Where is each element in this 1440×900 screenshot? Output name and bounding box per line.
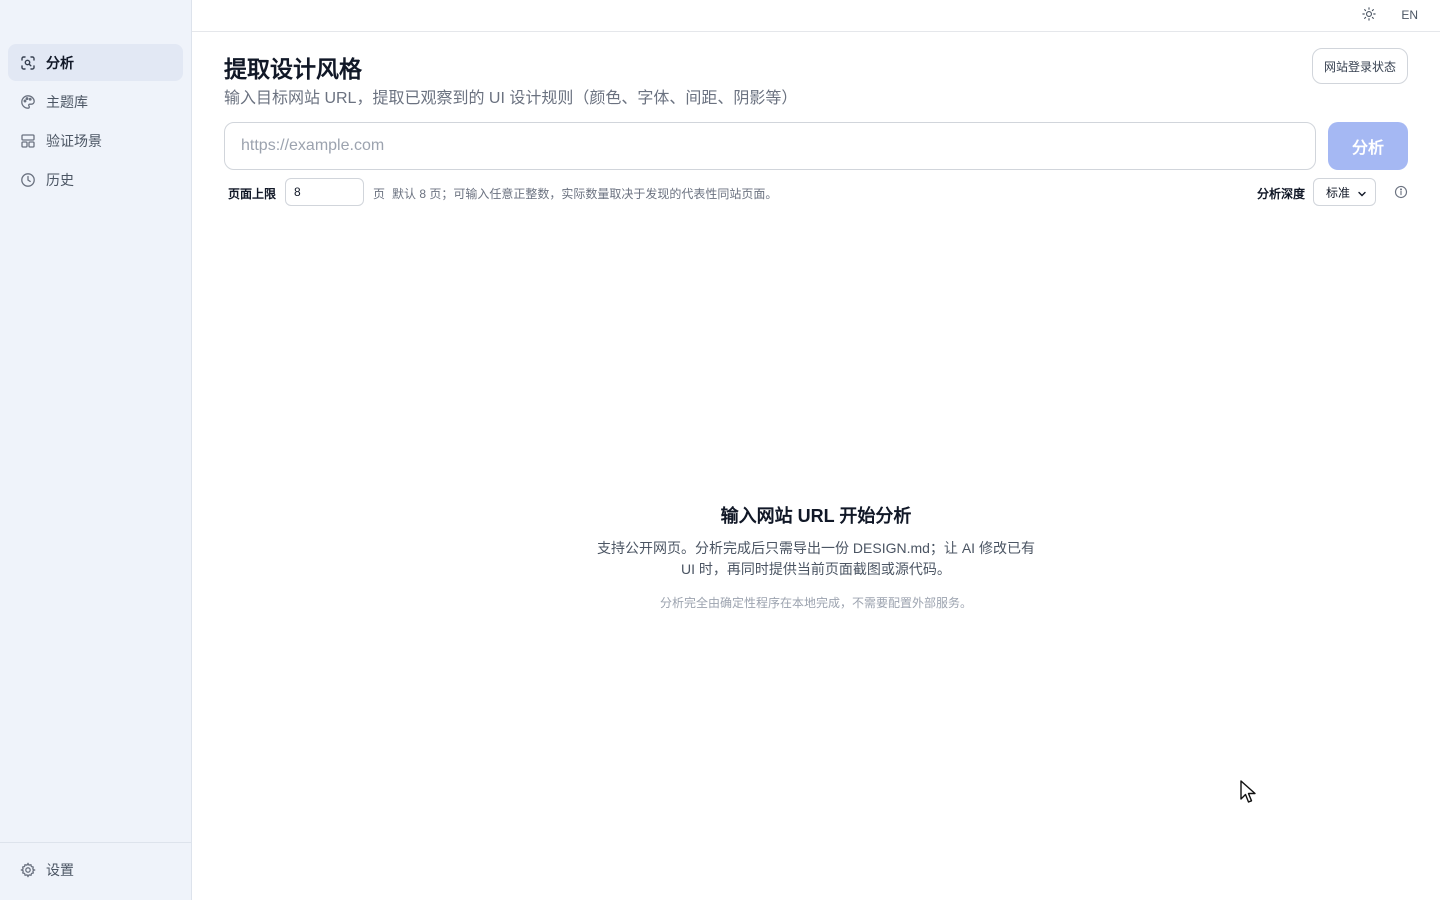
gear-icon (20, 861, 46, 878)
sidebar-item-history[interactable]: 历史 (8, 161, 183, 198)
sidebar-item-analyze[interactable]: 分析 (8, 44, 183, 81)
chevron-down-icon (1358, 191, 1366, 197)
empty-state-description: 支持公开网页。分析完成后只需导出一份 DESIGN.md；让 AI 修改已有 U… (597, 540, 1035, 577)
site-login-state-button[interactable]: 网站登录状态 (1311, 48, 1408, 84)
sidebar-item-label: 分析 (46, 54, 74, 71)
page-limit-input[interactable] (285, 178, 364, 206)
sidebar-item-settings[interactable]: 设置 (8, 851, 183, 888)
page-limit-hint: 默认 8 页；可输入任意正整数，实际数量取决于发现的代表性同站页面。 (392, 187, 778, 201)
page-limit-label: 页面上限 (228, 187, 277, 201)
sidebar-footer: 设置 (0, 842, 191, 900)
empty-state: 输入网站 URL 开始分析 支持公开网页。分析完成后只需导出一份 DESIGN.… (192, 502, 1440, 611)
sidebar-item-label: 主题库 (46, 93, 88, 110)
sidebar: 分析 主题库 验证场景 历史 设置 (0, 0, 192, 900)
info-icon[interactable] (1394, 185, 1408, 199)
url-input[interactable] (224, 122, 1316, 170)
empty-state-note: 分析完全由确定性程序在本地完成，不需要配置外部服务。 (659, 596, 972, 610)
page-unit-label: 页 (373, 187, 386, 201)
top-bar: EN (192, 0, 1440, 32)
layout-icon (20, 133, 46, 149)
clock-icon (20, 172, 46, 188)
analysis-depth-select[interactable]: 标准 (1313, 178, 1376, 206)
sidebar-item-label: 设置 (46, 861, 74, 878)
options-row: 页面上限 页 默认 8 页；可输入任意正整数，实际数量取决于发现的代表性同站页面… (224, 178, 1408, 206)
sidebar-item-scenarios[interactable]: 验证场景 (8, 122, 183, 159)
sidebar-item-themes[interactable]: 主题库 (8, 83, 183, 120)
sidebar-item-label: 验证场景 (46, 132, 102, 149)
sun-icon (1362, 6, 1376, 26)
theme-toggle-button[interactable] (1360, 6, 1378, 26)
empty-state-title: 输入网站 URL 开始分析 (720, 506, 912, 526)
analysis-depth-value: 标准 (1326, 185, 1351, 200)
mouse-cursor-icon (1240, 780, 1258, 809)
analyze-button[interactable]: 分析 (1328, 122, 1408, 170)
analysis-depth-label: 分析深度 (1256, 187, 1305, 201)
sidebar-nav: 分析 主题库 验证场景 历史 (8, 44, 183, 200)
sidebar-item-label: 历史 (46, 171, 74, 188)
page-title: 提取设计风格 (224, 56, 362, 82)
palette-icon (20, 94, 46, 110)
scan-search-icon (20, 55, 46, 71)
page-subtitle: 输入目标网站 URL，提取已观察到的 UI 设计规则（颜色、字体、间距、阴影等） (224, 90, 798, 107)
language-toggle[interactable]: EN (1401, 8, 1418, 22)
